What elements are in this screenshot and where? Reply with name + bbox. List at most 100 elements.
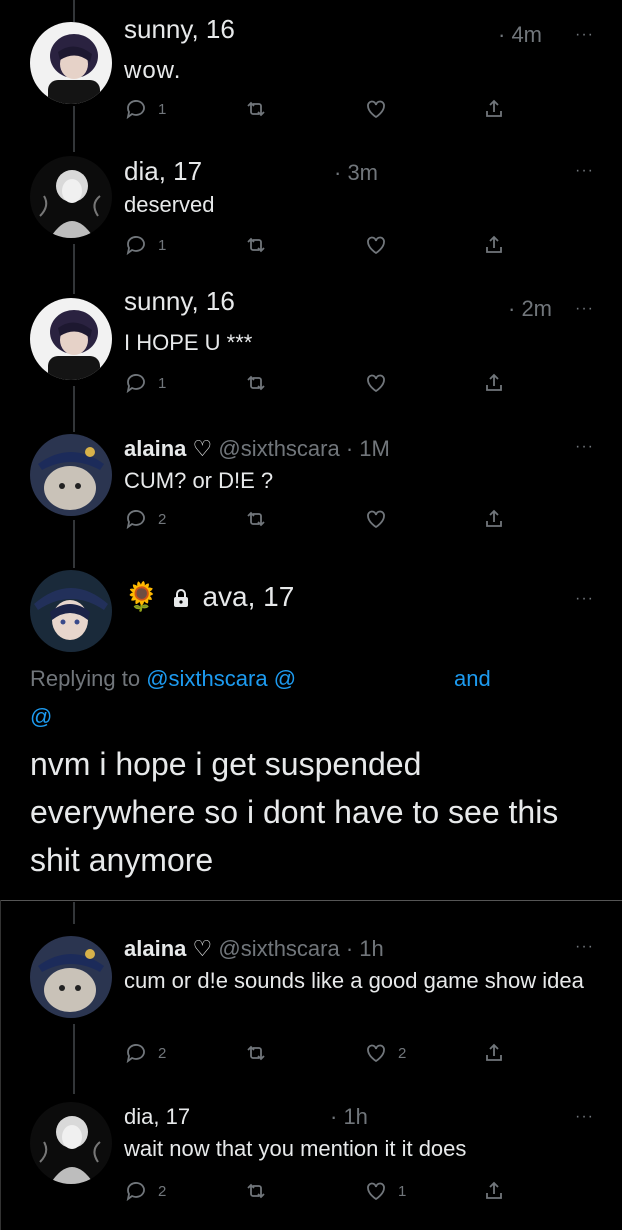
avatar-image bbox=[30, 434, 112, 516]
display-name[interactable]: alaina bbox=[124, 936, 186, 961]
like-count: 1 bbox=[398, 1182, 407, 1200]
tweet-actions: 2 1 bbox=[124, 1176, 504, 1206]
reply-handle-link[interactable]: and bbox=[454, 666, 491, 692]
share-icon bbox=[486, 373, 502, 391]
avatar[interactable] bbox=[30, 22, 112, 104]
lock-icon bbox=[171, 583, 191, 615]
reply-button[interactable]: 2 bbox=[124, 1176, 166, 1206]
avatar[interactable] bbox=[30, 298, 112, 380]
heart-icon bbox=[367, 100, 385, 119]
timestamp[interactable]: · 3m bbox=[334, 160, 378, 186]
sunflower-emoji: 🌻 bbox=[124, 581, 159, 612]
share-button[interactable] bbox=[482, 1038, 506, 1068]
reply-icon bbox=[126, 236, 145, 256]
share-button[interactable] bbox=[482, 504, 506, 534]
timestamp[interactable]: · 1M bbox=[346, 436, 390, 461]
tweet-text: I HOPE U *** bbox=[124, 330, 253, 355]
more-options-icon[interactable]: ··· bbox=[575, 1108, 594, 1126]
display-name[interactable]: dia, 17 bbox=[124, 1104, 190, 1130]
retweet-button[interactable] bbox=[244, 504, 268, 534]
avatar[interactable] bbox=[30, 570, 112, 652]
handle[interactable]: @sixthscara bbox=[218, 436, 339, 461]
avatar[interactable] bbox=[30, 1102, 112, 1184]
main-tweet-text: nvm i hope i get suspended everywhere so… bbox=[30, 746, 559, 878]
reply-button[interactable]: 2 bbox=[124, 1038, 166, 1068]
like-button[interactable] bbox=[364, 94, 388, 124]
handle[interactable]: @sixthscara bbox=[218, 936, 339, 961]
tweet-actions: 2 2 bbox=[124, 1038, 504, 1068]
retweet-button[interactable] bbox=[244, 1176, 268, 1206]
avatar[interactable] bbox=[30, 434, 112, 516]
share-icon bbox=[486, 1181, 502, 1199]
display-name[interactable]: ava, 17 bbox=[202, 581, 294, 612]
avatar[interactable] bbox=[30, 936, 112, 1018]
like-button[interactable]: 1 bbox=[364, 1176, 406, 1206]
retweet-button[interactable] bbox=[244, 230, 268, 260]
share-button[interactable] bbox=[482, 368, 506, 398]
tweet-text: CUM? or D!E ? bbox=[124, 468, 274, 493]
retweet-icon bbox=[247, 237, 265, 253]
more-options-icon[interactable]: ··· bbox=[575, 26, 594, 44]
share-button[interactable] bbox=[482, 1176, 506, 1206]
thread-line bbox=[73, 0, 75, 22]
heart-outline-icon: ♡ bbox=[192, 936, 213, 961]
share-icon bbox=[486, 509, 502, 527]
timestamp[interactable]: · 4m bbox=[498, 22, 542, 48]
replying-to: Replying to @sixthscara @ and bbox=[30, 666, 491, 692]
more-options-icon[interactable]: ··· bbox=[575, 300, 594, 318]
retweet-button[interactable] bbox=[244, 368, 268, 398]
heart-icon bbox=[367, 510, 385, 529]
display-name[interactable]: dia, 17 bbox=[124, 156, 202, 187]
reply-handle-link[interactable]: @ bbox=[274, 666, 296, 691]
like-button[interactable] bbox=[364, 230, 388, 260]
timestamp[interactable]: · 1h bbox=[330, 1104, 368, 1130]
like-button[interactable] bbox=[364, 504, 388, 534]
avatar-image bbox=[30, 22, 112, 104]
reply-button[interactable]: 1 bbox=[124, 368, 166, 398]
like-count: 2 bbox=[398, 1044, 407, 1062]
reply-count: 2 bbox=[158, 510, 167, 528]
reply-button[interactable]: 1 bbox=[124, 94, 166, 124]
retweet-icon bbox=[247, 101, 265, 117]
avatar-image bbox=[30, 1102, 112, 1184]
like-button[interactable] bbox=[364, 368, 388, 398]
share-button[interactable] bbox=[482, 94, 506, 124]
reply-count: 1 bbox=[158, 236, 167, 254]
reply-button[interactable]: 1 bbox=[124, 230, 166, 260]
reply-button[interactable]: 2 bbox=[124, 504, 166, 534]
reply-handle-link[interactable]: @sixthscara bbox=[146, 666, 267, 691]
heart-icon bbox=[367, 374, 385, 393]
more-options-icon[interactable]: ··· bbox=[575, 590, 594, 608]
reply-icon bbox=[126, 1182, 145, 1202]
divider bbox=[0, 900, 1, 1230]
like-button[interactable]: 2 bbox=[364, 1038, 406, 1068]
tweet-text: cum or d!e sounds like a good game show … bbox=[124, 968, 584, 993]
avatar[interactable] bbox=[30, 156, 112, 238]
tweet-header: alaina ♡ @sixthscara · 1h bbox=[124, 936, 384, 962]
avatar-image bbox=[30, 298, 112, 380]
display-name[interactable]: sunny, 16 bbox=[124, 286, 235, 317]
reply-handle-link[interactable]: @ bbox=[30, 704, 52, 730]
timestamp[interactable]: · 1h bbox=[346, 936, 384, 961]
tweet-actions: 2 bbox=[124, 504, 504, 534]
more-options-icon[interactable]: ··· bbox=[575, 162, 594, 180]
reply-count: 2 bbox=[158, 1044, 167, 1062]
thread-line bbox=[73, 1024, 75, 1094]
thread-line bbox=[73, 244, 75, 294]
display-name[interactable]: alaina bbox=[124, 436, 186, 461]
retweet-button[interactable] bbox=[244, 1038, 268, 1068]
replying-to-label: Replying to bbox=[30, 666, 141, 691]
share-icon bbox=[486, 99, 502, 117]
timestamp[interactable]: · 2m bbox=[508, 296, 552, 322]
avatar-image bbox=[30, 570, 112, 652]
display-name[interactable]: sunny, 16 bbox=[124, 14, 235, 45]
more-options-icon[interactable]: ··· bbox=[575, 938, 594, 956]
share-button[interactable] bbox=[482, 230, 506, 260]
tweet-actions: 1 bbox=[124, 230, 504, 260]
reply-count: 2 bbox=[158, 1182, 167, 1200]
avatar-image bbox=[30, 156, 112, 238]
retweet-icon bbox=[247, 375, 265, 391]
more-options-icon[interactable]: ··· bbox=[575, 438, 594, 456]
share-icon bbox=[486, 235, 502, 253]
retweet-button[interactable] bbox=[244, 94, 268, 124]
